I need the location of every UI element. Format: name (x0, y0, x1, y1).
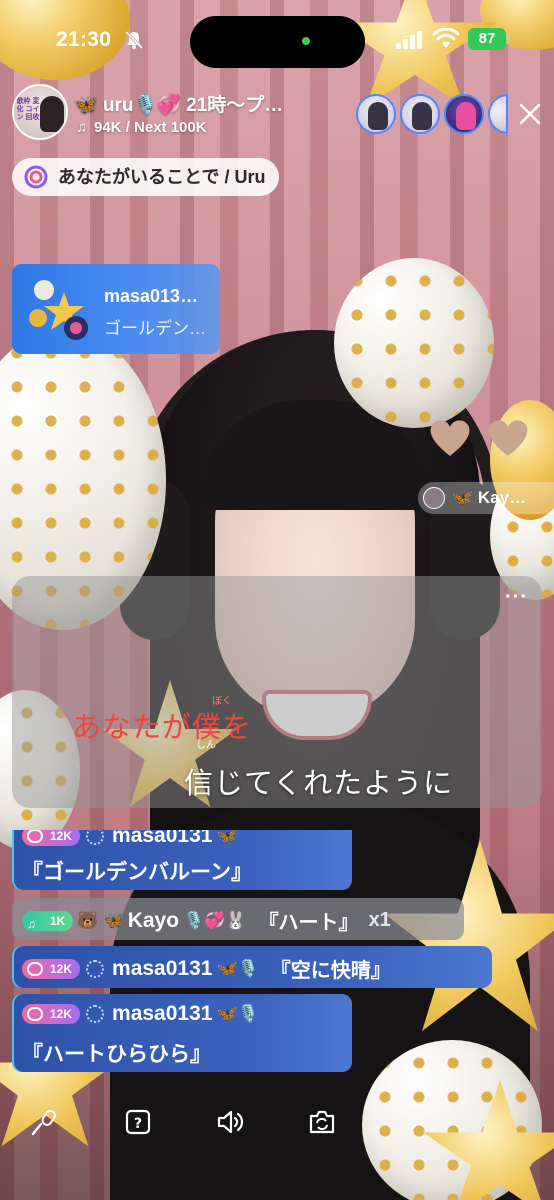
lyric-next-line: 信じてくれたように (184, 768, 454, 800)
level-ring-icon (27, 830, 43, 843)
chat-message: 12K masa0131 🦋 『ゴールデンバルーン』 (12, 830, 352, 890)
chat-message: 12K masa0131 🦋🎙️ 『ハートひらひら』 (12, 994, 352, 1072)
gift-banner[interactable]: masa013… ゴールデン… (12, 264, 220, 354)
music-note-icon: ♫ (27, 916, 36, 931)
level-badge-text: 1K (50, 913, 66, 928)
viewer-avatar[interactable] (356, 94, 396, 134)
status-bar: 21:30 87 (0, 0, 554, 84)
level-badge-text: 12K (50, 961, 73, 976)
gift-count: x1 (368, 909, 391, 931)
chat-username[interactable]: masa0131 (112, 830, 212, 847)
chat-gift-text: 『ハートひらひら』 (22, 1043, 211, 1066)
host-stats-text: 94K / Next 100K (94, 119, 207, 136)
chat-gift-text: 『ハート』 (258, 912, 359, 934)
now-playing-label: あなたがいることで / Uru (58, 167, 266, 187)
music-note-icon: ♫ (76, 119, 88, 136)
avatar-badge-text: 歌枠 変化 コイン 回收 (16, 98, 40, 121)
joined-viewer-name: 🦋 Kay… (452, 488, 527, 507)
level-badge: 12K (22, 830, 81, 846)
camera-flip-icon[interactable] (308, 1108, 336, 1136)
clock: 21:30 (56, 28, 112, 51)
butterfly-icon: 🦋 (102, 910, 124, 930)
close-icon[interactable] (516, 100, 544, 128)
chat-decorations: 🦋🎙️ (216, 1004, 259, 1023)
chat-message-header: 12K masa0131 🦋🎙️ (22, 1002, 259, 1026)
chat-message-header: 12K masa0131 🦋 (22, 830, 238, 848)
chat-gift-text: 『空に快晴』 (270, 960, 391, 982)
viewer-avatar[interactable] (444, 94, 484, 134)
gift-sender: masa013… (104, 286, 199, 306)
polka-balloon (334, 258, 494, 428)
butterfly-icon: 🦋 (216, 830, 238, 845)
battery-indicator: 87 (468, 28, 510, 50)
joined-viewer-chip[interactable]: 🦋 Kay… (418, 482, 554, 514)
level-badge: 12K (22, 958, 81, 979)
avatar-figure (40, 96, 64, 132)
chat-message: 12K masa0131 🦋🎙️ 『空に快晴』 (12, 946, 492, 988)
level-badge-text: 12K (50, 830, 73, 843)
level-badge: ♫ 1K (22, 910, 74, 931)
viewer-avatar[interactable] (400, 94, 440, 134)
chat-username[interactable]: masa0131 (112, 1002, 212, 1025)
golden-balloon-gift-icon (29, 280, 88, 340)
dice-icon[interactable]: ? (124, 1108, 152, 1136)
lyric-ruby-2: しん (196, 740, 216, 751)
medal-icon (86, 830, 105, 845)
viewer-figure (368, 102, 388, 130)
lyrics-panel[interactable]: ··· ぼく あなたが僕を しん 信じてくれたように (12, 576, 542, 808)
level-ring-icon (27, 961, 43, 976)
viewer-figure (412, 102, 432, 130)
camera-indicator-icon (302, 37, 310, 45)
bear-icon: 🐻 (77, 910, 99, 930)
level-badge: 12K (22, 1004, 81, 1024)
chat-message: ♫ 1K 🐻 🦋 Kayo 🎙️💞🐰 『ハート』 x1 (12, 898, 464, 940)
chat-decorations: 🎙️💞🐰 (183, 910, 247, 930)
chat-message-header: 12K masa0131 🦋🎙️ 『空に快晴』 (22, 954, 391, 983)
signal-icon (396, 31, 422, 49)
bell-muted-icon (124, 30, 144, 50)
medal-icon (86, 959, 105, 978)
chat-username[interactable]: Kayo (128, 909, 179, 932)
lyric-current-line: あなたが僕を (72, 712, 253, 744)
music-disc-icon (24, 165, 48, 189)
dynamic-island (190, 16, 365, 68)
chat-message-header: ♫ 1K 🐻 🦋 Kayo 🎙️💞🐰 『ハート』 x1 (22, 906, 391, 935)
medal-icon (86, 1005, 105, 1023)
svg-text:?: ? (134, 1116, 142, 1132)
microphone-icon[interactable] (30, 1108, 58, 1136)
chat-gift-text: 『ゴールデンバルーン』 (22, 861, 252, 884)
viewer-figure (456, 102, 476, 130)
chat-username[interactable]: masa0131 (112, 957, 212, 980)
host-stats: ♫ 94K / Next 100K (76, 119, 207, 136)
wifi-icon (433, 28, 459, 48)
level-badge-text: 12K (50, 1007, 73, 1021)
lyrics-more-button[interactable]: ··· (505, 586, 528, 609)
level-ring-icon (27, 1007, 43, 1021)
chat-decorations: 🦋🎙️ (216, 958, 259, 978)
bottom-toolbar: ? (0, 1100, 554, 1144)
joined-viewer-avatar (423, 487, 445, 509)
host-name[interactable]: 🦋 uru🎙️💞 21時〜プ… (74, 90, 334, 117)
gift-name: ゴールデン… (104, 319, 206, 338)
now-playing-chip[interactable]: あなたがいることで / Uru (12, 158, 280, 196)
speaker-icon[interactable] (216, 1108, 244, 1136)
host-avatar[interactable]: 歌枠 変化 コイン 回收 (12, 84, 68, 140)
